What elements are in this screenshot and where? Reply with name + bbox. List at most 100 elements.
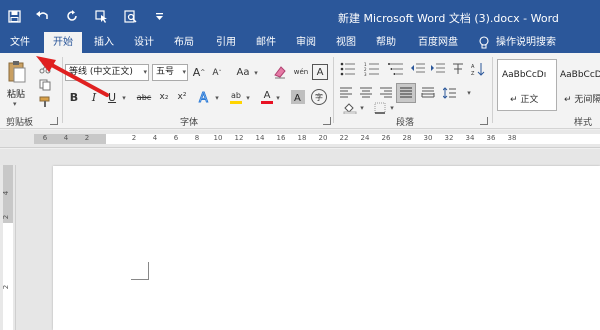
save-icon[interactable] [4, 6, 24, 26]
styles-group-label: 样式 [574, 118, 593, 128]
svg-text:3: 3 [364, 72, 367, 76]
highlight-color-button[interactable]: ab [228, 88, 244, 106]
align-right-icon[interactable] [378, 85, 394, 101]
ruler-tick: 6 [42, 134, 48, 142]
svg-text:A: A [471, 64, 475, 70]
ruler-tick: 36 [486, 134, 496, 142]
chinese-layout-icon[interactable] [450, 61, 466, 77]
tab-insert[interactable]: 插入 [86, 32, 122, 53]
character-border-button[interactable]: A [312, 64, 328, 80]
underline-button[interactable]: U [106, 89, 118, 105]
ruler-tick: 8 [194, 134, 200, 142]
undo-icon[interactable] [33, 6, 53, 26]
tab-home[interactable]: 开始 [44, 32, 82, 53]
tab-file[interactable]: 文件 [0, 32, 40, 53]
paste-dropdown-icon[interactable]: ▾ [13, 100, 17, 108]
subscript-button[interactable]: x₂ [157, 89, 171, 105]
numbering-icon[interactable]: 123 [362, 61, 382, 77]
style-normal[interactable]: AaBbCcDı ↵ 正文 [497, 59, 557, 111]
vertical-ruler[interactable]: 4 2 2 [0, 165, 16, 330]
clear-formatting-icon[interactable] [272, 64, 288, 80]
superscript-button[interactable]: x² [175, 89, 189, 105]
tab-help[interactable]: 帮助 [368, 32, 404, 53]
justify-icon[interactable] [396, 83, 416, 103]
copy-icon[interactable] [38, 78, 52, 92]
shading-icon[interactable] [342, 101, 358, 115]
font-launcher-icon[interactable] [323, 117, 331, 125]
ruler-tick: 20 [318, 134, 328, 142]
chevron-down-icon[interactable]: ▾ [244, 90, 252, 106]
align-center-icon[interactable] [358, 85, 374, 101]
strikethrough-button[interactable]: abc [135, 89, 153, 105]
character-shading-icon[interactable]: A [290, 89, 306, 105]
svg-text:A: A [199, 91, 208, 105]
title-bar: 新建 Microsoft Word 文档 (3).docx - Word [0, 0, 600, 32]
font-size-select[interactable]: 五号 ▾ [152, 64, 188, 81]
ruler-tick: 18 [297, 134, 307, 142]
tab-references[interactable]: 引用 [208, 32, 244, 53]
bullets-icon[interactable] [338, 61, 358, 77]
separator [333, 57, 334, 123]
align-left-icon[interactable] [338, 85, 354, 101]
ruler-tick: 10 [213, 134, 223, 142]
font-color-button[interactable]: A [260, 88, 274, 106]
paragraph-launcher-icon[interactable] [480, 117, 488, 125]
chevron-down-icon[interactable]: ▾ [274, 90, 282, 106]
touch-mode-icon[interactable] [91, 6, 111, 26]
print-preview-icon[interactable] [120, 6, 140, 26]
tab-review[interactable]: 审阅 [288, 32, 324, 53]
document-canvas [16, 149, 600, 330]
clipboard-launcher-icon[interactable] [50, 117, 58, 125]
bold-button[interactable]: B [68, 89, 80, 105]
text-boundary-mark [148, 262, 149, 280]
chevron-down-icon[interactable]: ▾ [213, 90, 221, 106]
borders-icon[interactable] [372, 101, 388, 115]
tell-me-search[interactable]: 操作说明搜索 [496, 32, 566, 53]
highlight-swatch [230, 100, 242, 104]
sort-icon[interactable]: AZ [470, 61, 486, 77]
cut-icon[interactable] [38, 61, 52, 75]
decrease-indent-icon[interactable] [410, 61, 426, 77]
tab-baidu-netdisk[interactable]: 百度网盘 [410, 32, 466, 53]
style-no-spacing[interactable]: AaBbCcDı ↵ 无间隔 [557, 59, 600, 111]
quick-access-toolbar [4, 6, 169, 26]
document-page[interactable] [53, 166, 600, 330]
chevron-down-icon[interactable]: ▾ [358, 101, 366, 115]
grow-font-button[interactable]: A ^ [192, 64, 206, 80]
chevron-down-icon[interactable]: ▾ [388, 101, 396, 115]
shrink-font-button[interactable]: Aˇ [210, 65, 224, 81]
ruler-tick: 4 [152, 134, 158, 142]
lightbulb-icon[interactable] [474, 32, 494, 53]
increase-indent-icon[interactable] [430, 61, 446, 77]
chevron-down-icon[interactable]: ▾ [252, 65, 260, 81]
paste-icon[interactable] [6, 59, 28, 85]
redo-icon[interactable] [62, 6, 82, 26]
multilevel-list-icon[interactable] [386, 61, 406, 77]
chevron-down-icon[interactable]: ▾ [464, 85, 474, 101]
paste-button[interactable]: 粘贴 [7, 87, 25, 100]
tab-mailings[interactable]: 邮件 [248, 32, 284, 53]
text-effects-icon[interactable]: A [197, 88, 213, 106]
italic-button[interactable]: I [88, 89, 100, 105]
change-case-button[interactable]: Aa [234, 64, 252, 80]
clipboard-group-label: 剪贴板 [6, 118, 34, 128]
chevron-down-icon[interactable]: ▾ [120, 90, 128, 106]
format-painter-icon[interactable] [38, 95, 52, 109]
ruler-tick: 26 [381, 134, 391, 142]
vruler-tick: 2 [2, 284, 11, 290]
distributed-icon[interactable] [420, 85, 436, 101]
ruler-text-area [106, 134, 600, 144]
paragraph-group-label: 段落 [396, 118, 415, 128]
tab-layout[interactable]: 布局 [166, 32, 202, 53]
line-spacing-icon[interactable] [442, 85, 458, 101]
tab-design[interactable]: 设计 [126, 32, 162, 53]
ruler-tick: 38 [507, 134, 517, 142]
enclose-characters-button[interactable]: 字 [311, 89, 327, 105]
horizontal-ruler[interactable]: 6 4 2 2 4 6 8 10 12 14 16 18 20 22 24 26… [0, 130, 600, 148]
phonetic-guide-button[interactable]: wén [292, 63, 310, 81]
tab-view[interactable]: 视图 [328, 32, 364, 53]
ribbon-tabs: 文件 开始 插入 设计 布局 引用 邮件 审阅 视图 帮助 百度网盘 操作说明搜… [0, 32, 600, 53]
customize-icon[interactable] [149, 6, 169, 26]
font-name-select[interactable]: 等线 (中文正文) ▾ [65, 64, 149, 81]
ruler-tick: 30 [423, 134, 433, 142]
